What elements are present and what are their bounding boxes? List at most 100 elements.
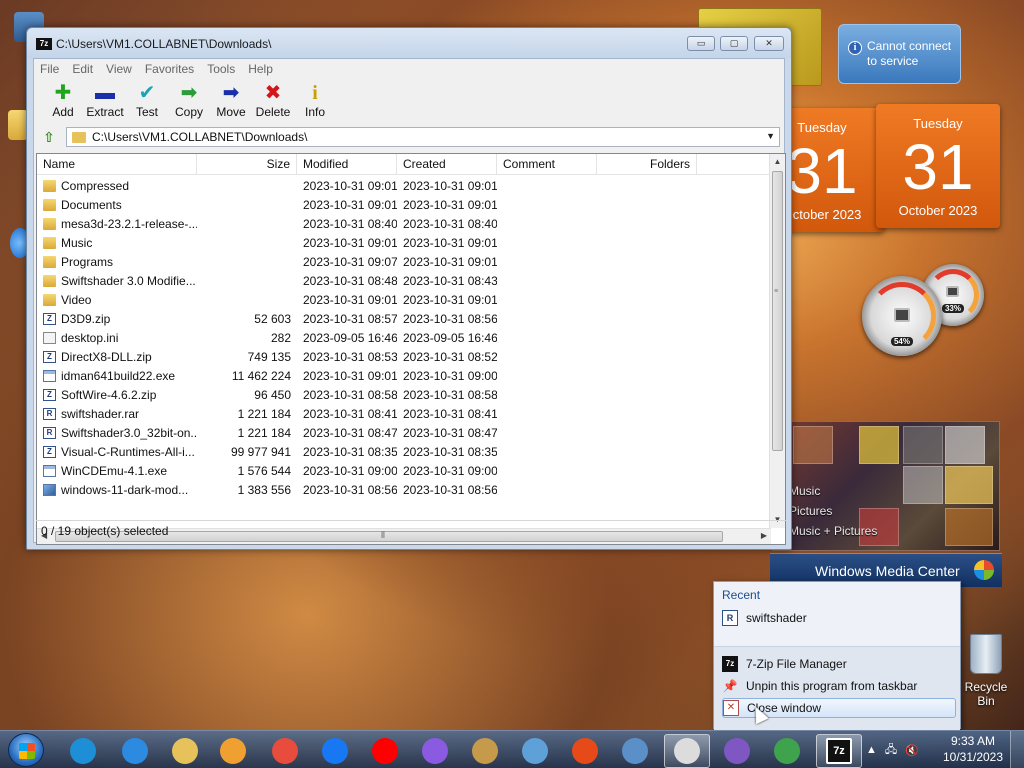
media-center-gadget[interactable]: Music Pictures Music + Pictures <box>772 421 1000 551</box>
file-list[interactable]: Name Size Modified Created Comment Folde… <box>36 153 786 545</box>
table-row[interactable]: desktop.ini 282 2023-09-05 16:46 2023-09-05… <box>37 328 771 347</box>
taskbar-app-youtube[interactable] <box>362 734 408 768</box>
toolbar-extract-button[interactable]: ▬ Extract <box>84 79 126 119</box>
table-row[interactable]: Z SoftWire-4.6.2.zip 96 450 2023-10-31 08:5… <box>37 385 771 404</box>
scroll-up-icon[interactable]: ▲ <box>770 154 785 170</box>
network-icon[interactable]: 🖧 <box>885 741 897 760</box>
taskbar-jump-list[interactable]: Recent R swiftshader 7z 7-Zip File Manag… <box>713 581 961 730</box>
column-name[interactable]: Name <box>37 154 197 175</box>
table-row[interactable]: Rswiftshader.rar 1 221 184 2023-10-31 08:4… <box>37 404 771 423</box>
media-tile[interactable] <box>903 466 943 504</box>
folder-icon <box>72 131 86 143</box>
cell-name: Video <box>37 293 197 307</box>
table-row[interactable]: Z DirectX8-DLL.zip 749 135 2023-10-31 08:53… <box>37 347 771 366</box>
taskbar-app-computer[interactable] <box>612 734 658 768</box>
zip-file-icon: Z <box>43 388 56 401</box>
taskbar-app-edge[interactable] <box>60 734 106 768</box>
column-created[interactable]: Created <box>397 154 497 175</box>
menu-favorites[interactable]: Favorites <box>139 62 201 76</box>
taskbar-app-facebook[interactable] <box>312 734 358 768</box>
desktop-icon-recycle-bin[interactable]: Recycle Bin <box>956 634 1016 708</box>
jumplist-unpin[interactable]: 📌 Unpin this program from taskbar <box>722 676 956 696</box>
media-tile[interactable] <box>903 426 943 464</box>
taskbar-app-control-panel[interactable] <box>512 734 558 768</box>
taskbar-app-screen-app[interactable] <box>664 734 710 768</box>
media-tile[interactable] <box>945 426 985 464</box>
table-row[interactable]: Z Visual-C-Runtimes-All-i... 99 977 941 202… <box>37 442 771 461</box>
clock[interactable]: 9:33 AM 10/31/2023 <box>940 733 1006 765</box>
volume-muted-icon[interactable]: 🔇 <box>905 744 919 757</box>
close-button[interactable]: ✕ <box>754 36 784 51</box>
cell-created: 2023-10-31 08:56 <box>403 311 497 326</box>
scroll-thumb[interactable] <box>772 171 783 451</box>
taskbar-app-winrar[interactable] <box>462 734 508 768</box>
table-row[interactable]: Video 2023-10-31 09:01 2023-10-31 09:01 <box>37 290 771 309</box>
taskbar-app-copilot[interactable] <box>412 734 458 768</box>
column-comment[interactable]: Comment <box>497 154 597 175</box>
table-row[interactable]: windows-11-dark-mod... 1 383 556 2023-10-3… <box>37 480 771 499</box>
menu-view[interactable]: View <box>100 62 139 76</box>
menu-tools[interactable]: Tools <box>201 62 242 76</box>
cell-modified: 2023-10-31 08:40 <box>303 216 397 231</box>
taskbar-app-file-explorer[interactable] <box>162 734 208 768</box>
column-folders[interactable]: Folders <box>597 154 697 175</box>
table-row[interactable]: Music 2023-10-31 09:01 2023-10-31 09:01 <box>37 233 771 252</box>
taskbar-app-media-center[interactable] <box>714 734 760 768</box>
taskbar-app-internet-explorer[interactable] <box>112 734 158 768</box>
show-desktop-button[interactable] <box>1010 731 1024 768</box>
media-tile[interactable] <box>793 426 833 464</box>
menu-help[interactable]: Help <box>242 62 280 76</box>
chevron-down-icon[interactable]: ▼ <box>766 131 775 141</box>
toolbar-delete-button[interactable]: ✖ Delete <box>252 79 294 119</box>
column-size[interactable]: Size <box>197 154 297 175</box>
taskbar-app-office[interactable] <box>562 734 608 768</box>
desktop-icon-dx8[interactable] <box>8 110 28 140</box>
table-row[interactable]: R Swiftshader3.0_32bit-on... 1 221 184 2023… <box>37 423 771 442</box>
file-name: Video <box>61 292 92 307</box>
jumplist-open-7zip[interactable]: 7z 7-Zip File Manager <box>722 654 956 674</box>
address-input[interactable]: C:\Users\VM1.COLLABNET\Downloads\ ▼ <box>66 127 780 147</box>
toolbar-copy-button[interactable]: ➡ Copy <box>168 79 210 119</box>
calendar-gadget[interactable]: Tuesday 31 October 2023 <box>876 104 1000 228</box>
taskbar-app-download-manager[interactable] <box>764 734 810 768</box>
table-row[interactable]: mesa3d-23.2.1-release-... 2023-10-31 08:4… <box>37 214 771 233</box>
cell-modified: 2023-10-31 08:48 <box>303 273 397 288</box>
maximize-button[interactable]: ▢ <box>720 36 748 51</box>
7zip-window[interactable]: 7z C:\Users\VM1.COLLABNET\Downloads\ ▭ ▢… <box>26 27 792 550</box>
media-tile[interactable] <box>945 466 993 504</box>
media-tile[interactable] <box>859 426 899 464</box>
cell-modified: 2023-10-31 09:01 <box>303 235 397 250</box>
title-bar[interactable]: 7z C:\Users\VM1.COLLABNET\Downloads\ ▭ ▢… <box>27 28 791 58</box>
up-folder-icon[interactable]: ⇧ <box>38 127 60 147</box>
table-row[interactable]: WinCDEmu-4.1.exe 1 576 544 2023-10-31 09:0… <box>37 461 771 480</box>
table-row[interactable]: Swiftshader 3.0 Modifie... 2023-10-31 08:… <box>37 271 771 290</box>
media-tile[interactable] <box>945 508 993 546</box>
taskbar-app-chrome[interactable] <box>262 734 308 768</box>
recycle-bin-icon <box>970 634 1002 674</box>
table-row[interactable]: Documents 2023-10-31 09:01 2023-10-31 09:0… <box>37 195 771 214</box>
jumplist-recent-item[interactable]: R swiftshader <box>722 608 956 628</box>
cell-created: 2023-10-31 09:00 <box>403 368 497 383</box>
taskbar-app-media-player[interactable] <box>210 734 256 768</box>
cpu-meter-gadget[interactable]: 54% <box>862 276 942 356</box>
table-row[interactable]: Z D3D9.zip 52 603 2023-10-31 08:57 2023-10-3… <box>37 309 771 328</box>
cell-modified: 2023-10-31 08:53 <box>303 349 397 364</box>
start-button[interactable] <box>8 733 44 767</box>
weather-gadget-error[interactable]: i Cannot connect to service <box>838 24 961 84</box>
menu-edit[interactable]: Edit <box>66 62 100 76</box>
table-row[interactable]: idman641build22.exe 11 462 224 2023-10-31 … <box>37 366 771 385</box>
toolbar-add-button[interactable]: ✚ Add <box>42 79 84 119</box>
table-row[interactable]: Compressed 2023-10-31 09:01 2023-10-31 09:… <box>37 176 771 195</box>
minimize-button[interactable]: ▭ <box>687 36 715 51</box>
vertical-scrollbar[interactable]: ▲ ≡ ▼ <box>769 154 785 528</box>
calendar-day: Tuesday <box>913 116 963 131</box>
table-row[interactable]: Programs 2023-10-31 09:07 2023-10-31 09:01 <box>37 252 771 271</box>
column-modified[interactable]: Modified <box>297 154 397 175</box>
show-hidden-icons-icon[interactable]: ▲ <box>866 744 877 756</box>
menu-file[interactable]: File <box>34 62 66 76</box>
taskbar-app-7zip[interactable]: 7z <box>816 734 862 768</box>
toolbar-test-button[interactable]: ✔ Test <box>126 79 168 119</box>
toolbar-move-button[interactable]: ➡ Move <box>210 79 252 119</box>
toolbar-info-button[interactable]: i Info <box>294 79 336 119</box>
cell-name: Swiftshader 3.0 Modifie... <box>37 274 197 288</box>
